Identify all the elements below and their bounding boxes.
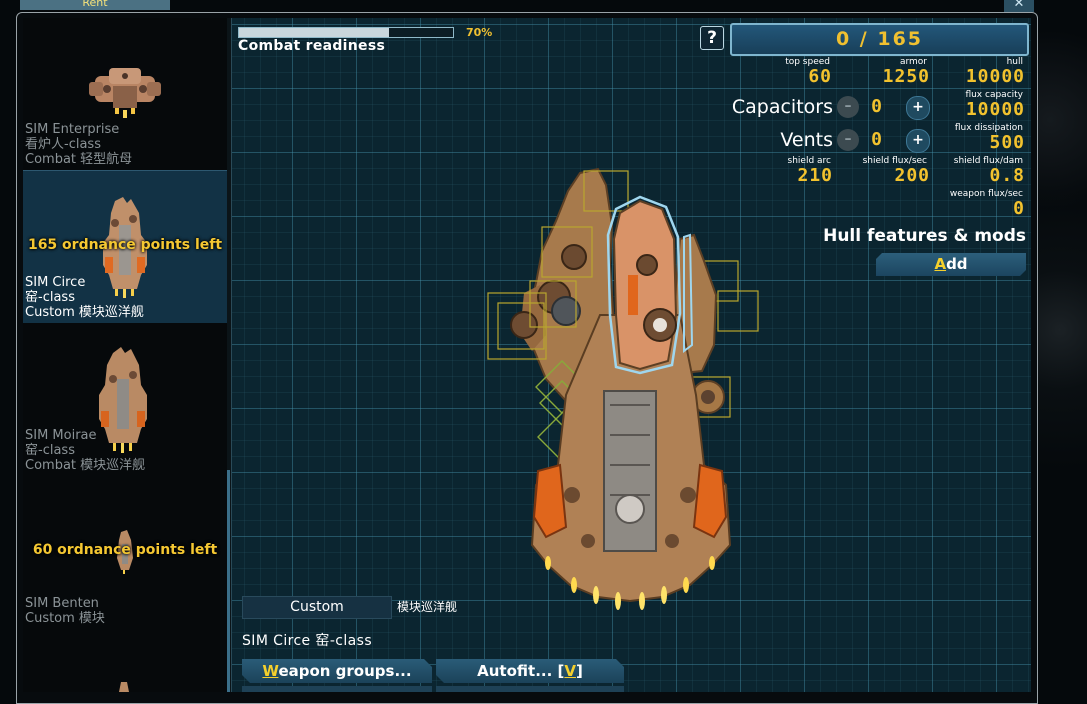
ship-card-variant: Combat 轻型航母 xyxy=(25,152,133,167)
autofit-suffix: ] xyxy=(575,662,583,680)
flux-dissipation-value: 500 xyxy=(989,132,1025,153)
ship-sprite-partial xyxy=(119,682,129,692)
ship-card-name: SIM Benten xyxy=(25,596,99,611)
add-hotkey: A xyxy=(934,255,947,273)
ship-card-name: SIM Circe xyxy=(25,275,86,290)
combat-readiness-bar xyxy=(238,27,454,38)
combat-readiness-label: Combat readiness xyxy=(238,38,386,54)
left-turret-1 xyxy=(561,244,587,270)
tab-rent-label: Rent xyxy=(82,0,108,9)
ship-sprite-moirae xyxy=(99,347,147,453)
capacitors-label: Capacitors xyxy=(731,96,833,118)
ship-card-name: SIM Moirae xyxy=(25,428,97,443)
tab-rent[interactable]: Rent xyxy=(20,0,170,10)
capacitors-value: 0 xyxy=(871,96,883,117)
ship-card-variant: Combat 模块巡洋舰 xyxy=(25,458,146,473)
ship-card-benten[interactable]: 60 ordnance points left SIM Benten Custo… xyxy=(23,476,227,628)
autofit-label: Autofit... [ xyxy=(477,662,565,680)
sidebar-scroll-thumb[interactable] xyxy=(227,470,230,692)
capacitors-plus-button[interactable]: + xyxy=(906,96,930,120)
center-module-hull xyxy=(612,199,678,371)
weapon-groups-hotkey: W xyxy=(262,662,279,680)
hull-value: 10000 xyxy=(965,66,1025,87)
weapon-flux-sec-value: 0 xyxy=(1013,198,1025,219)
flux-capacity-value: 10000 xyxy=(965,99,1025,120)
ship-card-enterprise[interactable]: SIM Enterprise 看炉人-class Combat 轻型航母 xyxy=(23,18,227,170)
ship-card-circe[interactable]: 165 ordnance points left SIM Circe 窑-cla… xyxy=(23,170,227,323)
ship-list-sidebar: SIM Enterprise 看炉人-class Combat 轻型航母 165… xyxy=(23,18,227,692)
combat-readiness-percent: 70% xyxy=(466,26,493,39)
help-button[interactable]: ? xyxy=(700,26,724,50)
capacitors-minus-button[interactable]: – xyxy=(837,96,859,118)
center-turret-2-core xyxy=(653,318,667,332)
readiness-marker xyxy=(389,28,392,37)
top-speed-value: 60 xyxy=(808,66,832,87)
ship-card-class: 看炉人-class xyxy=(25,137,101,152)
combat-readiness-fill xyxy=(239,28,389,37)
variant-name-field[interactable]: Custom xyxy=(242,596,392,619)
shield-arc-value: 210 xyxy=(797,165,833,186)
reactor-core xyxy=(615,494,645,524)
shield-flux-sec-value: 200 xyxy=(894,165,930,186)
ship-refit-view xyxy=(487,167,759,610)
ship-card-name: SIM Enterprise xyxy=(25,122,120,137)
center-turret-1 xyxy=(636,254,658,276)
ordnance-left-label: 165 ordnance points left xyxy=(27,237,223,253)
left-turret-4 xyxy=(510,311,538,339)
hull-features-heading: Hull features & mods xyxy=(823,226,1026,246)
close-icon: ✕ xyxy=(1013,0,1025,11)
close-button[interactable]: ✕ xyxy=(1004,0,1034,12)
ship-card-class: 窑-class xyxy=(25,443,75,458)
bottom-button-partial-right[interactable] xyxy=(436,686,624,692)
autofit-hotkey: V xyxy=(564,662,576,680)
variant-type-label: 模块巡洋舰 xyxy=(397,600,458,614)
ship-card-moirae[interactable]: SIM Moirae 窑-class Combat 模块巡洋舰 xyxy=(23,323,227,475)
right-engine-nacelle xyxy=(692,463,728,539)
vents-minus-button[interactable]: – xyxy=(837,129,859,151)
ship-card-class: Custom 模块 xyxy=(25,611,105,626)
vents-label: Vents xyxy=(780,129,833,151)
ship-card-class: 窑-class xyxy=(25,290,75,305)
vents-value: 0 xyxy=(871,129,883,150)
ship-title: SIM Circe 窑-class xyxy=(242,633,373,649)
add-label: dd xyxy=(946,255,968,273)
bottom-button-partial-left[interactable] xyxy=(242,686,432,692)
main-spine xyxy=(603,390,657,552)
ship-sprite-enterprise xyxy=(89,68,161,118)
weapon-groups-button[interactable]: Weapon groups... xyxy=(242,659,432,683)
right-pod-turret xyxy=(701,390,715,404)
ordnance-points-display: 0 / 165 xyxy=(730,23,1029,56)
armor-value: 1250 xyxy=(882,66,930,87)
center-orange-stripe xyxy=(628,275,638,315)
shield-flux-dam-value: 0.8 xyxy=(989,165,1025,186)
ordnance-left-label: 60 ordnance points left xyxy=(32,542,218,558)
vents-plus-button[interactable]: + xyxy=(906,129,930,153)
add-hullmod-button[interactable]: Add xyxy=(876,253,1026,276)
weapon-groups-label: eapon groups... xyxy=(278,662,412,680)
autofit-button[interactable]: Autofit... [V] xyxy=(436,659,624,683)
ship-card-variant: Custom 模块巡洋舰 xyxy=(25,305,144,320)
left-engine-nacelle xyxy=(532,463,568,539)
